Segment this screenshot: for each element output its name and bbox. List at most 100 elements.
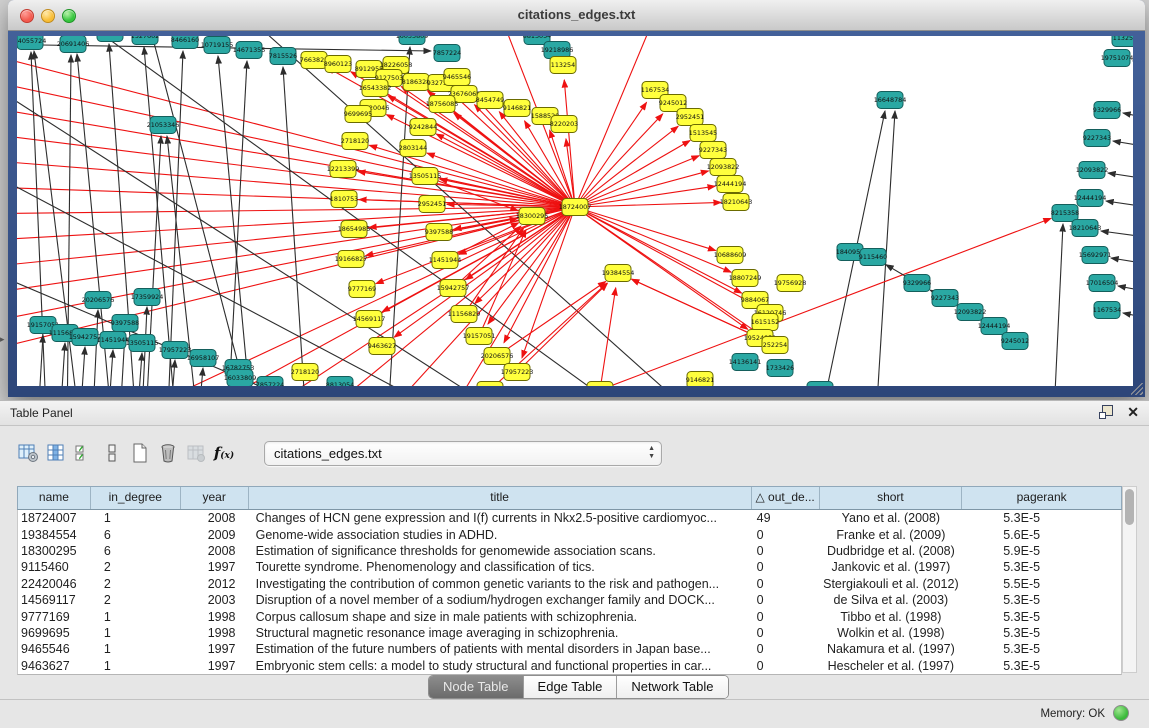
table-cell-out_degree[interactable]: 0 [752,592,820,608]
citation-edge-black[interactable] [1111,258,1133,267]
graph-node[interactable]: 8960123 [324,56,352,73]
graph-node[interactable]: 10719155 [201,37,234,54]
graph-node[interactable]: 252254 [762,337,788,354]
graph-node[interactable]: 8454749 [476,92,504,109]
table-cell-year[interactable]: 1998 [181,625,249,641]
table-cell-short[interactable]: Yano et al. (2008) [820,510,963,526]
table-cell-out_degree[interactable]: 0 [752,559,820,575]
table-cell-short[interactable]: Wolkin et al. (1998) [820,625,963,641]
show-column-icon[interactable] [42,439,70,467]
table-cell-title[interactable]: Changes of HCN gene expression and I(f) … [249,510,752,526]
table-cell-short[interactable]: Hescheler et al. (1997) [820,658,963,674]
table-cell-year[interactable]: 2009 [181,527,249,543]
table-cell-in_degree[interactable]: 6 [91,527,181,543]
graph-node[interactable]: 17016504 [1086,275,1119,292]
table-cell-title[interactable]: Estimation of the future numbers of pati… [249,641,752,657]
citation-edge-black[interactable] [1108,173,1133,182]
table-cell-in_degree[interactable]: 1 [91,609,181,625]
table-row[interactable]: 1938455462009Genome-wide association stu… [18,526,1121,542]
graph-node[interactable]: 9115460 [859,249,887,266]
table-cell-short[interactable]: Franke et al. (2009) [820,527,963,543]
citation-edge-red[interactable] [394,207,575,337]
graph-node[interactable]: 2952451 [418,196,446,213]
graph-node[interactable]: 10688609 [714,247,747,264]
graph-node[interactable]: 1733426 [766,360,794,377]
table-cell-in_degree[interactable]: 6 [91,543,181,559]
citation-edge-red[interactable] [227,207,575,386]
graph-node[interactable]: 18807249 [729,270,762,287]
table-cell-name[interactable]: 9115460 [18,559,91,575]
new-table-icon[interactable] [126,439,154,467]
graph-node[interactable]: 7857224 [256,377,284,387]
graph-node[interactable]: 8220203 [550,116,578,133]
table-cell-in_degree[interactable]: 2 [91,576,181,592]
table-cell-out_degree[interactable]: 0 [752,543,820,559]
graph-node[interactable]: 9777169 [348,281,376,298]
graph-node[interactable]: 11451944 [97,332,130,349]
graph-node[interactable]: 18756085 [426,96,459,113]
table-cell-short[interactable]: de Silva et al. (2003) [820,592,963,608]
row-height-icon[interactable] [98,439,126,467]
graph-node[interactable]: 9699695 [344,106,372,123]
citation-edge-red[interactable] [464,228,523,314]
column-header-in_degree[interactable]: in_degree [91,487,181,509]
graph-node[interactable]: 15692971 [1079,247,1112,264]
table-settings-icon[interactable] [14,439,42,467]
graph-node[interactable]: 16543382 [359,80,392,97]
citation-edge-black[interactable] [37,335,43,386]
citation-edge-red[interactable] [575,114,663,207]
citation-edge-red[interactable] [575,141,690,207]
graph-node[interactable]: 113254 [1112,36,1133,47]
graph-node[interactable]: 9397588 [425,224,453,241]
citation-edge-black[interactable] [1101,231,1133,240]
table-row[interactable]: 977716911998Corpus callosum shape and si… [18,608,1121,624]
table-cell-out_degree[interactable]: 0 [752,658,820,674]
citation-edge-red[interactable] [453,226,521,288]
citation-edge-red[interactable] [575,126,678,207]
citation-edge-red[interactable] [17,158,575,207]
table-cell-name[interactable]: 9699695 [18,625,91,641]
table-cell-year[interactable]: 2008 [181,510,249,526]
table-row[interactable]: 946554611997Estimation of the future num… [18,641,1121,657]
column-header-year[interactable]: year [181,487,249,509]
table-row[interactable]: 946362711997Embryonic stem cells: a mode… [18,658,1121,674]
table-cell-pagerank[interactable]: 5.3E-5 [962,658,1121,674]
table-cell-in_degree[interactable]: 1 [91,641,181,657]
table-cell-year[interactable]: 2012 [181,576,249,592]
table-row[interactable]: 969969511998Structural magnetic resonanc… [18,625,1121,641]
graph-node[interactable]: 1513545 [689,125,717,142]
table-scrollbar-thumb[interactable] [1125,489,1134,525]
import-table-icon[interactable] [182,439,210,467]
table-cell-in_degree[interactable]: 1 [91,510,181,526]
table-cell-pagerank[interactable]: 5.3E-5 [962,592,1121,608]
graph-node[interactable]: 8466160 [171,36,199,49]
graph-node[interactable]: 14136141 [729,354,762,371]
graph-node[interactable]: 8215358 [806,382,834,387]
table-scrollbar[interactable] [1122,486,1137,673]
graph-node[interactable]: 20691406 [57,36,90,53]
citation-edge-black[interactable] [31,52,47,386]
table-row[interactable]: 1872400712008Changes of HCN gene express… [18,510,1121,526]
table-cell-year[interactable]: 1997 [181,658,249,674]
table-row[interactable]: 1830029562008Estimation of significance … [18,543,1121,559]
table-cell-title[interactable]: Estimation of significance thresholds fo… [249,543,752,559]
table-cell-in_degree[interactable]: 2 [91,559,181,575]
citation-edge-black[interactable] [1106,201,1133,210]
graph-node[interactable]: 2718120 [341,133,369,150]
table-cell-name[interactable]: 18724007 [18,510,91,526]
table-cell-short[interactable]: Nakamura et al. (1997) [820,641,963,657]
table-cell-pagerank[interactable]: 5.3E-5 [962,510,1121,526]
graph-node[interactable]: 9146821 [503,100,531,117]
graph-node[interactable]: 9242844 [409,119,437,136]
table-cell-pagerank[interactable]: 5.6E-5 [962,527,1121,543]
graph-node[interactable]: 2803144 [399,140,427,157]
graph-node[interactable]: 12213399 [327,161,360,178]
graph-node[interactable]: 16648784 [874,92,907,109]
column-header-out_degree[interactable]: △ out_de... [752,487,820,509]
graph-node[interactable]: 10653527 [94,36,127,42]
graph-node[interactable]: 12093822 [1076,162,1109,179]
citation-edge-black[interactable] [1053,224,1063,386]
table-cell-out_degree[interactable]: 0 [752,641,820,657]
graph-node[interactable]: 12093822 [954,304,987,321]
graph-node[interactable]: 12444194 [1074,190,1107,207]
